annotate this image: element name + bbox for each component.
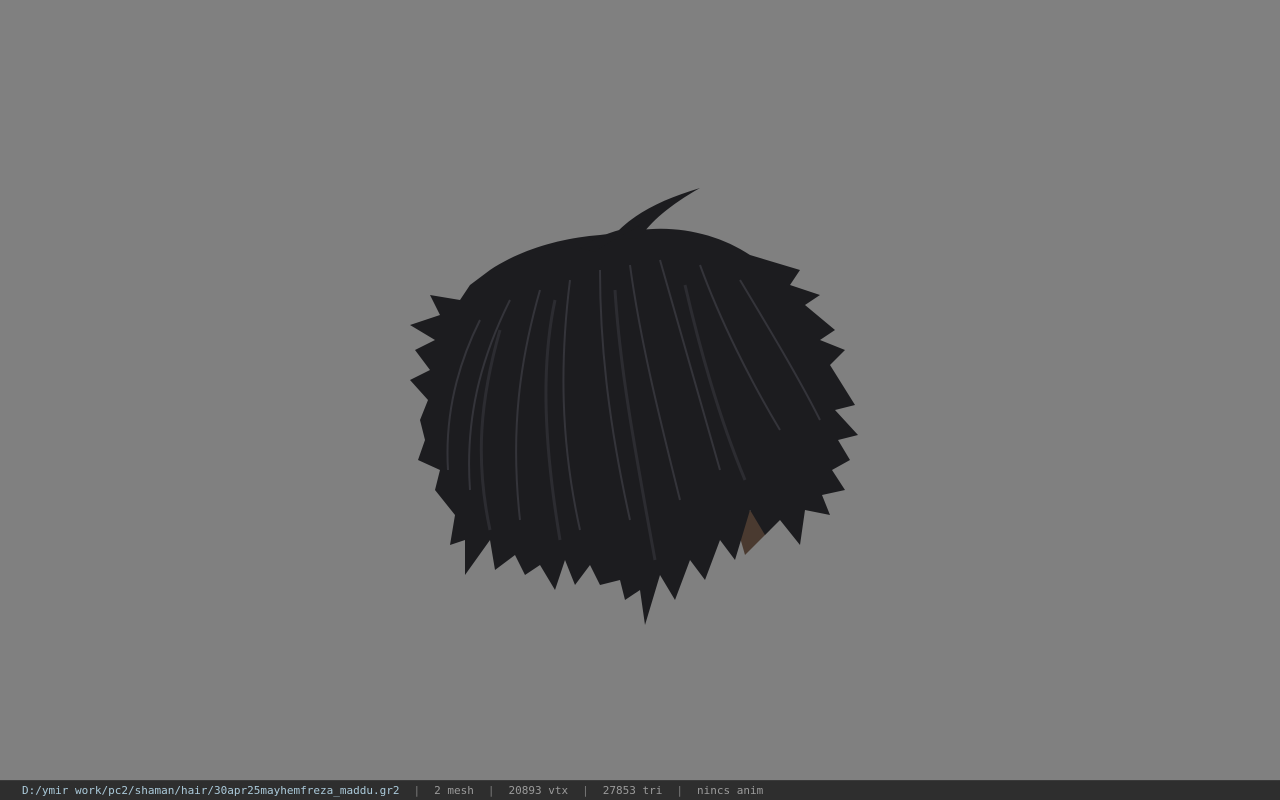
mesh-count: 2 mesh [434,784,474,797]
animation-status: nincs anim [696,784,764,797]
status-bar: D:/ymir work/pc2/shaman/hair/30apr25mayh… [0,780,1280,800]
separator: | [487,784,495,797]
separator: | [413,784,421,797]
triangle-count: 27853 tri [602,784,663,797]
file-path: D:/ymir work/pc2/shaman/hair/30apr25mayh… [22,784,400,797]
vertex-count: 20893 vtx [508,784,569,797]
hair-mesh-model [410,188,858,625]
separator: | [582,784,589,797]
separator: | [676,784,683,797]
3d-viewport[interactable] [0,0,1280,780]
